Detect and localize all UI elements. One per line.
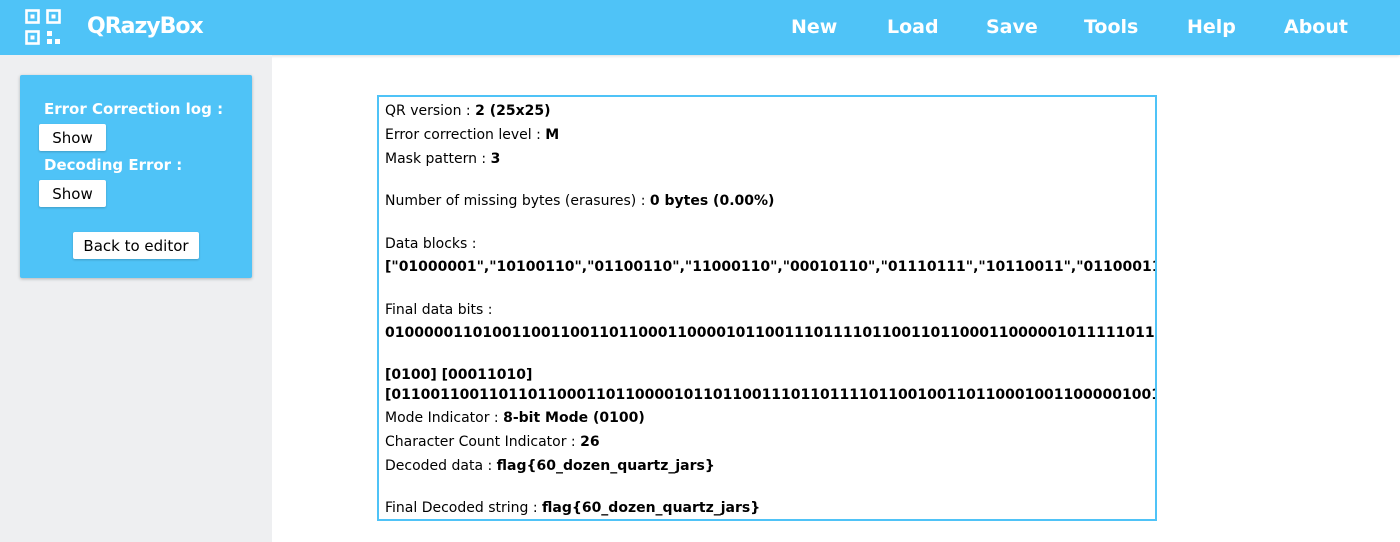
nav-new[interactable]: New <box>791 13 837 41</box>
mode-indicator-value: 8-bit Mode (0100) <box>503 410 645 426</box>
decoded-data-label: Decoded data : <box>385 458 497 474</box>
mask-pattern-label: Mask pattern : <box>385 151 491 167</box>
mode-indicator-label: Mode Indicator : <box>385 410 504 426</box>
ec-level-value: M <box>545 127 560 143</box>
back-to-editor-button[interactable]: Back to editor <box>73 232 199 259</box>
missing-bytes-label: Number of missing bytes (erasures) : <box>385 193 650 209</box>
error-correction-log-label: Error Correction log : <box>44 100 224 118</box>
nav-help[interactable]: Help <box>1187 13 1236 41</box>
final-data-bits-label: Final data bits : <box>385 302 493 318</box>
ec-level-line: Error correction level : M <box>385 125 559 145</box>
character-count-line: Character Count Indicator : 26 <box>385 432 600 452</box>
missing-bytes-value: 0 bytes (0.00%) <box>649 193 775 209</box>
character-count-label: Character Count Indicator : <box>385 434 581 450</box>
decoded-data-line: Decoded data : flag{60_dozen_quartz_jars… <box>385 456 715 476</box>
mask-pattern-value: 3 <box>490 151 501 167</box>
segment-bits: [011001100110110110001101100001011011001… <box>385 387 1155 403</box>
final-decoded-string-value: flag{60_dozen_quartz_jars} <box>542 500 761 516</box>
app-brand[interactable]: QRazyBox <box>87 12 204 42</box>
qr-logo-icon[interactable] <box>25 9 61 45</box>
top-navbar: QRazyBox New Load Save Tools Help About <box>0 0 1400 55</box>
missing-bytes-line: Number of missing bytes (erasures) : 0 b… <box>385 191 774 211</box>
final-decoded-string-line: Final Decoded string : flag{60_dozen_qua… <box>385 498 760 518</box>
show-decoding-error-button[interactable]: Show <box>39 180 106 207</box>
mode-indicator-line: Mode Indicator : 8-bit Mode (0100) <box>385 408 645 428</box>
data-blocks-label: Data blocks : <box>385 236 477 252</box>
nav-load[interactable]: Load <box>887 13 939 41</box>
character-count-value: 26 <box>580 434 600 450</box>
data-blocks-value: ["01000001","10100110","01100110","11000… <box>385 259 1155 275</box>
qr-version-line: QR version : 2 (25x25) <box>385 101 551 121</box>
mask-pattern-line: Mask pattern : 3 <box>385 149 500 169</box>
nav-about[interactable]: About <box>1284 13 1348 41</box>
final-decoded-string-label: Final Decoded string : <box>385 500 543 516</box>
qr-version-value: 2 (25x25) <box>475 103 551 119</box>
decoded-data-value: flag{60_dozen_quartz_jars} <box>496 458 715 474</box>
qr-version-label: QR version : <box>385 103 476 119</box>
nav-tools[interactable]: Tools <box>1084 13 1138 41</box>
nav-save[interactable]: Save <box>986 13 1038 41</box>
show-error-correction-log-button[interactable]: Show <box>39 124 106 151</box>
final-data-bits-value: 0100000110100110011001101100011000010110… <box>385 325 1155 341</box>
decode-result-panel: QR version : 2 (25x25) Error correction … <box>377 95 1157 521</box>
decoding-error-label: Decoding Error : <box>44 156 183 174</box>
segment-header: [0100] [00011010] <box>385 367 533 383</box>
decode-options-card: Error Correction log : Show Decoding Err… <box>20 75 252 278</box>
ec-level-label: Error correction level : <box>385 127 546 143</box>
